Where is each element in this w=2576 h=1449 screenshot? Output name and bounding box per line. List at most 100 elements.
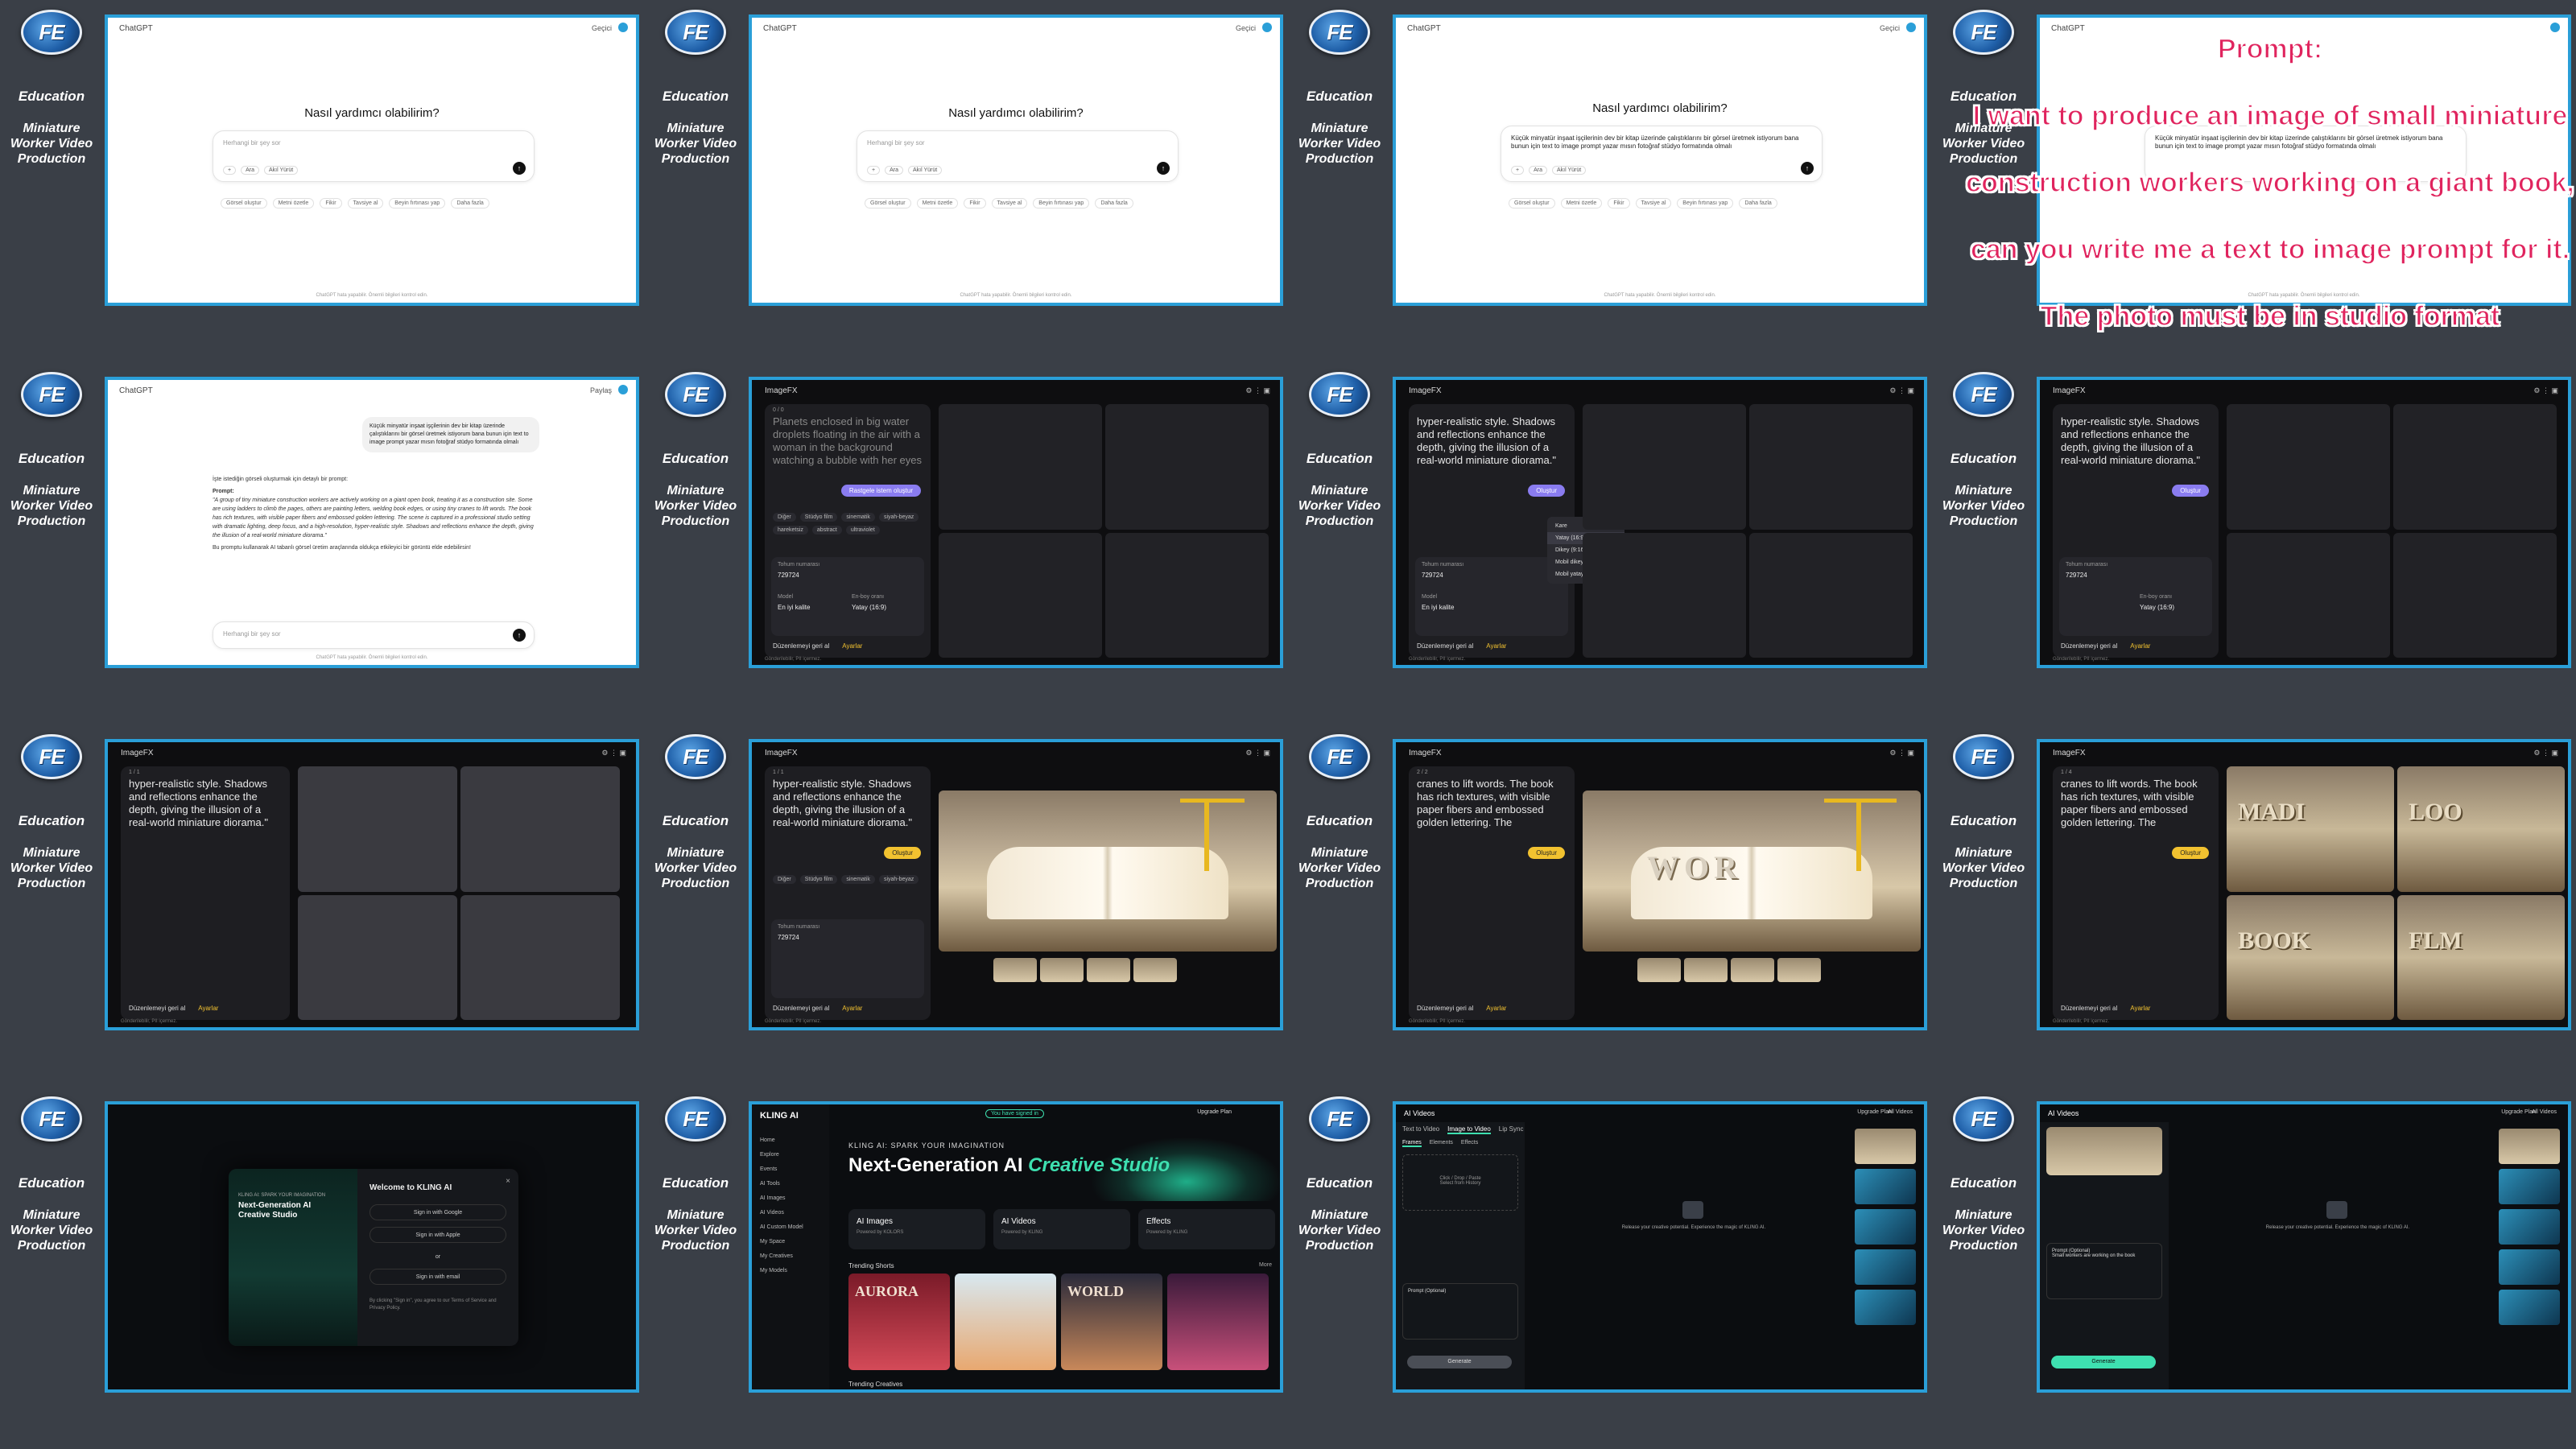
tab-elements[interactable]: Elements (1430, 1140, 1453, 1147)
thumbnail[interactable] (1777, 958, 1821, 982)
thumbnail[interactable] (1731, 958, 1774, 982)
history-item[interactable] (1855, 1249, 1916, 1285)
prompt-textarea[interactable]: cranes to lift words. The book has rich … (2061, 778, 2211, 829)
history-item[interactable] (1855, 1290, 1916, 1325)
tag[interactable]: Diğer (773, 513, 796, 522)
generate-button[interactable]: Oluştur (2172, 485, 2209, 497)
reason-button[interactable]: Akıl Yürüt (1552, 166, 1587, 175)
tag[interactable]: Stüdyo film (799, 875, 838, 884)
chat-input[interactable]: Herhangi bir şey sor + Ara Akıl Yürüt ↑ (213, 130, 535, 182)
settings-link[interactable]: Ayarlar (842, 1005, 862, 1012)
generate-button[interactable]: Oluştur (884, 847, 921, 859)
apple-signin-button[interactable]: Sign in with Apple (369, 1227, 506, 1243)
tag[interactable]: Diğer (773, 875, 796, 884)
chip[interactable]: Fikir (320, 198, 342, 208)
tag[interactable]: sinematik (841, 875, 875, 884)
chip[interactable]: Beyin fırtınası yap (389, 198, 446, 208)
image-slot[interactable] (1749, 404, 1913, 530)
image-slot[interactable] (2227, 404, 2390, 530)
image-slot[interactable] (2227, 532, 2390, 658)
email-signin-button[interactable]: Sign in with email (369, 1269, 506, 1285)
nav-ai-videos[interactable]: AI Videos (760, 1206, 803, 1220)
image-slot[interactable] (1105, 532, 1269, 658)
thumbnail[interactable] (993, 958, 1037, 982)
image-slot[interactable] (460, 766, 620, 892)
thumbnail[interactable] (1637, 958, 1681, 982)
tag[interactable]: ultraviolet (845, 526, 880, 535)
settings-link[interactable]: Ayarlar (1486, 1005, 1506, 1012)
avatar[interactable] (618, 23, 628, 32)
imagefx-title[interactable]: ImageFX (1409, 386, 1442, 395)
short-tile[interactable]: AURORA (848, 1274, 950, 1370)
chat-input[interactable]: Herhangi bir şey sor + Ara Akıl Yürüt ↑ (857, 130, 1179, 182)
tab-lip-sync[interactable]: Lip Sync (1499, 1125, 1524, 1134)
ratio-select[interactable]: Yatay (16:9) (2140, 604, 2174, 611)
chip[interactable]: Tavsiye al (991, 198, 1028, 208)
google-signin-button[interactable]: Sign in with Google (369, 1204, 506, 1220)
undo-button[interactable]: Düzenlemeyi geri al (773, 1005, 829, 1012)
settings-link[interactable]: Ayarlar (2130, 1005, 2150, 1012)
image-slot[interactable] (1583, 532, 1746, 658)
chatgpt-title[interactable]: ChatGPT (119, 386, 153, 395)
undo-button[interactable]: Düzenlemeyi geri al (773, 642, 829, 650)
imagefx-title[interactable]: ImageFX (1409, 749, 1442, 758)
avatar[interactable] (618, 385, 628, 394)
generate-button[interactable]: Oluştur (1528, 485, 1565, 497)
ratio-select[interactable]: Yatay (16:9) (852, 604, 886, 611)
tab-effects[interactable]: Effects (1461, 1140, 1478, 1147)
nav-explore[interactable]: Explore (760, 1148, 803, 1162)
tag[interactable]: hareketsiz (773, 526, 808, 535)
nav-my-models[interactable]: My Models (760, 1264, 803, 1278)
settings-link[interactable]: Ayarlar (842, 642, 862, 650)
all-videos-filter[interactable]: All Videos (1888, 1109, 1913, 1115)
header-icons[interactable]: ⚙ ⋮ ▣ (1889, 749, 1914, 758)
imagefx-title[interactable]: ImageFX (2053, 386, 2086, 395)
nav-home[interactable]: Home (760, 1133, 803, 1148)
avatar[interactable] (1262, 23, 1272, 32)
generated-image[interactable]: BOOK (2227, 894, 2394, 1020)
model-select[interactable]: En iyi kalite (778, 604, 810, 611)
undo-button[interactable]: Düzenlemeyi geri al (1417, 642, 1473, 650)
send-icon[interactable]: ↑ (513, 162, 526, 175)
chip[interactable]: Beyin fırtınası yap (1677, 198, 1734, 208)
undo-button[interactable]: Düzenlemeyi geri al (129, 1005, 185, 1012)
short-tile[interactable] (1167, 1274, 1269, 1370)
model-select[interactable]: En iyi kalite (1422, 604, 1454, 611)
chip[interactable]: Metni özetle (916, 198, 959, 208)
thumbnail[interactable] (1087, 958, 1130, 982)
upgrade-button[interactable]: Upgrade Plan (1857, 1109, 1892, 1115)
attach-button[interactable]: + (867, 166, 881, 175)
thumbnail[interactable] (1040, 958, 1084, 982)
chip[interactable]: Görsel oluştur (221, 198, 267, 208)
short-tile[interactable]: WORLD (1061, 1274, 1162, 1370)
generated-image[interactable] (939, 791, 1277, 952)
tag[interactable]: siyah-beyaz (878, 513, 919, 522)
header-icons[interactable]: ⚙ ⋮ ▣ (2533, 386, 2558, 395)
prompt-textarea[interactable]: hyper-realistic style. Shadows and refle… (2061, 415, 2211, 467)
thumbnail[interactable] (1684, 958, 1728, 982)
header-icons[interactable]: ⚙ ⋮ ▣ (2533, 749, 2558, 758)
chip[interactable]: Tavsiye al (1635, 198, 1672, 208)
imagefx-title[interactable]: ImageFX (765, 749, 798, 758)
generate-button[interactable]: Oluştur (1528, 847, 1565, 859)
upgrade-button[interactable]: Upgrade Plan (1197, 1109, 1232, 1115)
seed-value[interactable]: 729724 (1422, 572, 1443, 579)
prompt-input[interactable]: Prompt (Optional) Small workers are worki… (2046, 1243, 2162, 1299)
undo-button[interactable]: Düzenlemeyi geri al (2061, 1005, 2117, 1012)
prompt-textarea[interactable]: hyper-realistic style. Shadows and refle… (129, 778, 279, 829)
chip[interactable]: Fikir (964, 198, 986, 208)
kling-logo[interactable]: KLING AI (760, 1111, 799, 1121)
share-button[interactable]: Paylaş (590, 386, 612, 394)
chip[interactable]: Daha fazla (1739, 198, 1777, 208)
avatar[interactable] (1906, 23, 1916, 32)
chatgpt-title[interactable]: ChatGPT (763, 24, 797, 33)
prompt-input[interactable]: Prompt (Optional) (1402, 1283, 1518, 1340)
image-slot[interactable] (298, 766, 457, 892)
tag[interactable]: abstract (811, 526, 842, 535)
send-icon[interactable]: ↑ (513, 629, 526, 642)
undo-button[interactable]: Düzenlemeyi geri al (2061, 642, 2117, 650)
history-item[interactable] (2499, 1290, 2560, 1325)
chip[interactable]: Fikir (1608, 198, 1630, 208)
imagefx-title[interactable]: ImageFX (121, 749, 154, 758)
temporary-chat-button[interactable]: Geçici (1880, 24, 1900, 32)
